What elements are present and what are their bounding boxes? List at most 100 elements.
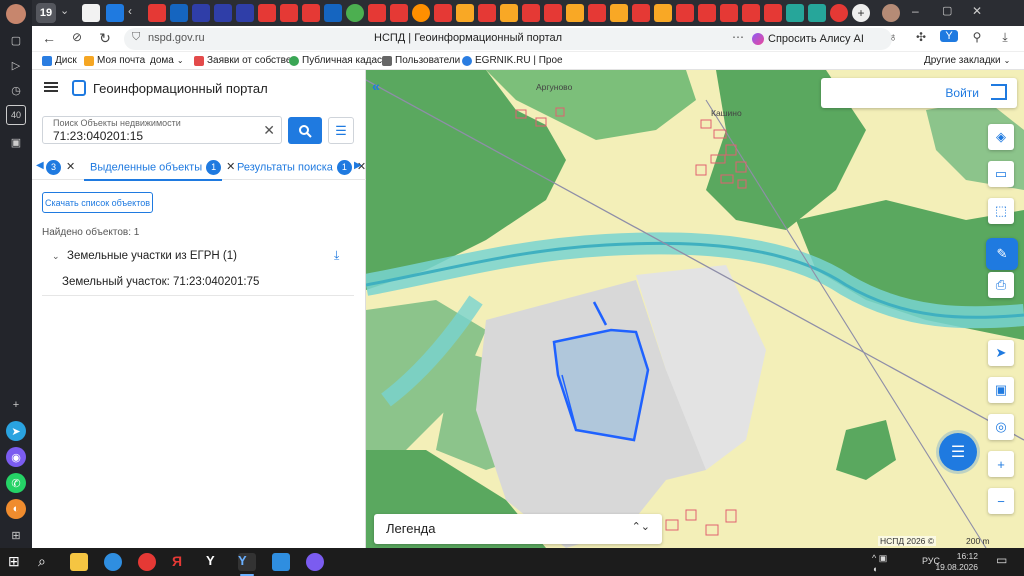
play-icon[interactable]: ▷ xyxy=(6,55,26,75)
cast-icon[interactable]: ▣ xyxy=(6,132,26,152)
tab[interactable] xyxy=(676,4,694,22)
bookmark-disk[interactable]: Диск xyxy=(42,55,77,66)
map-canvas[interactable] xyxy=(366,70,1024,548)
grid-icon[interactable]: ⊞ xyxy=(6,525,26,545)
yandex-extension-icon[interactable]: Y xyxy=(940,30,958,42)
bookmark-egrnik[interactable]: EGRNIK.RU | Прое xyxy=(462,55,563,66)
edge-icon[interactable] xyxy=(104,553,122,571)
login-button[interactable]: Войти xyxy=(821,78,1017,108)
tray-icons[interactable]: ^ ▣ ◖ xyxy=(872,553,890,574)
zoom-in-button[interactable]: + xyxy=(988,451,1014,477)
yandex-browser-icon[interactable]: Y xyxy=(206,553,224,571)
bookmark-mail[interactable]: Моя почта xyxy=(84,55,145,66)
tab[interactable] xyxy=(698,4,716,22)
photos-icon[interactable] xyxy=(272,553,290,571)
protect-icon[interactable]: ⊘ xyxy=(68,30,86,44)
back-icon[interactable]: ← xyxy=(40,30,58,46)
tab-counter[interactable]: 19 xyxy=(36,3,56,23)
bookmark-other[interactable]: Другие закладки ⌄ xyxy=(924,55,1010,66)
locate-point-button[interactable]: ◎ xyxy=(988,414,1014,440)
close-icon[interactable]: ✕ xyxy=(66,161,75,173)
profile-icon[interactable] xyxy=(882,4,900,22)
list-item[interactable]: Земельный участок: 71:23:040201:75 xyxy=(42,268,354,296)
tab[interactable] xyxy=(610,4,628,22)
tab[interactable] xyxy=(654,4,672,22)
print-button[interactable]: ⎙ xyxy=(988,272,1014,298)
legend-dropdown[interactable]: Легенда ⌃⌄ xyxy=(374,514,662,544)
tab[interactable] xyxy=(192,4,210,22)
tab[interactable] xyxy=(390,4,408,22)
tab[interactable] xyxy=(478,4,496,22)
copy-icon[interactable]: ▢ xyxy=(6,30,26,50)
tab-previous[interactable]: 3 ✕ xyxy=(46,160,75,175)
windows-start-icon[interactable]: ⊞ xyxy=(8,553,26,571)
tab[interactable] xyxy=(302,4,320,22)
tab[interactable] xyxy=(236,4,254,22)
tab[interactable] xyxy=(346,4,364,22)
whatsapp-icon[interactable]: ✆ xyxy=(6,473,26,493)
map[interactable]: Аргуново Кашино « Войти ◈ ▭ ⬚ ✎ ⎙ ➤ ▣ ◎ … xyxy=(366,70,1024,548)
tab[interactable] xyxy=(720,4,738,22)
chat-button[interactable]: ☰ xyxy=(939,433,977,471)
tab[interactable] xyxy=(106,4,124,22)
notifications-icon[interactable]: ▭ xyxy=(996,553,1014,571)
measure-button[interactable]: ▭ xyxy=(988,161,1014,187)
yandex-browser-active-icon[interactable]: Y xyxy=(238,553,256,571)
tab-search-results[interactable]: Результаты поиска 1 ✕ xyxy=(237,160,366,175)
tab[interactable] xyxy=(170,4,188,22)
extension-icon[interactable]: ✣ xyxy=(912,30,930,44)
tab[interactable] xyxy=(368,4,386,22)
tab[interactable] xyxy=(522,4,540,22)
zoom-out-button[interactable]: − xyxy=(988,488,1014,514)
tab-dropdown-icon[interactable]: ⌄ xyxy=(60,4,78,22)
geolocate-button[interactable]: ➤ xyxy=(988,340,1014,366)
tab[interactable] xyxy=(412,4,430,22)
minimap-button[interactable]: ▣ xyxy=(988,377,1014,403)
tab[interactable] xyxy=(544,4,562,22)
file-explorer-icon[interactable] xyxy=(70,553,88,571)
tab[interactable] xyxy=(214,4,232,22)
bookmark-users[interactable]: Пользователи xyxy=(382,55,460,66)
messenger-app-icon[interactable] xyxy=(306,553,324,571)
filter-button[interactable]: ☰ xyxy=(328,117,354,144)
collapse-panel-icon[interactable]: « xyxy=(372,78,390,96)
tab-selected-objects[interactable]: Выделенные объекты 1 ✕ xyxy=(90,160,235,175)
tab[interactable] xyxy=(786,4,804,22)
maximize-icon[interactable]: ▢ xyxy=(942,4,960,22)
opera-icon[interactable] xyxy=(138,553,156,571)
tab[interactable] xyxy=(148,4,166,22)
puzzle-icon[interactable]: ⚲ xyxy=(968,30,986,44)
search-value[interactable]: 71:23:040201:15 xyxy=(53,129,143,143)
chevron-down-icon[interactable]: ⌄ xyxy=(52,251,60,262)
close-window-icon[interactable]: ✕ xyxy=(972,4,990,22)
lightbulb-icon[interactable]: ♁ xyxy=(884,30,902,44)
search-input[interactable]: Поиск Объекты недвижимости 71:23:040201:… xyxy=(42,116,282,144)
tabs-scroll-left-icon[interactable]: ◀ xyxy=(36,160,44,171)
download-list-button[interactable]: Скачать список объектов xyxy=(42,192,153,213)
telegram-icon[interactable]: ➤ xyxy=(6,421,26,441)
active-tab[interactable] xyxy=(82,4,100,22)
tab[interactable] xyxy=(808,4,826,22)
tab[interactable] xyxy=(566,4,584,22)
ok-icon[interactable]: ◐ xyxy=(6,499,26,519)
tab[interactable] xyxy=(258,4,276,22)
download-icon[interactable]: ⤓ xyxy=(334,248,339,263)
search-icon[interactable]: ⌕ xyxy=(38,553,56,571)
add-icon[interactable]: + xyxy=(6,395,26,415)
system-clock[interactable]: 16:12 19.08.2026 xyxy=(935,551,978,573)
close-icon[interactable]: ✕ xyxy=(226,161,235,173)
back-tab-icon[interactable]: ‹ xyxy=(128,4,146,22)
yandex-icon[interactable]: Я xyxy=(172,553,190,571)
tab[interactable] xyxy=(764,4,782,22)
messenger-icon[interactable]: ◉ xyxy=(6,447,26,467)
tab[interactable] xyxy=(434,4,452,22)
tab[interactable] xyxy=(324,4,342,22)
bookmark-cadastral[interactable]: Публичная кадас xyxy=(289,55,382,66)
tabs-scroll-right-icon[interactable]: ▶ xyxy=(354,160,362,171)
new-tab-button[interactable]: + xyxy=(852,4,870,22)
tab[interactable] xyxy=(280,4,298,22)
alice-button[interactable]: Спросить Алису AI xyxy=(746,28,892,50)
group-header[interactable]: Земельные участки из ЕГРН (1) xyxy=(67,250,237,262)
tab[interactable] xyxy=(456,4,474,22)
url-text[interactable]: nspd.gov.ru xyxy=(148,32,205,44)
